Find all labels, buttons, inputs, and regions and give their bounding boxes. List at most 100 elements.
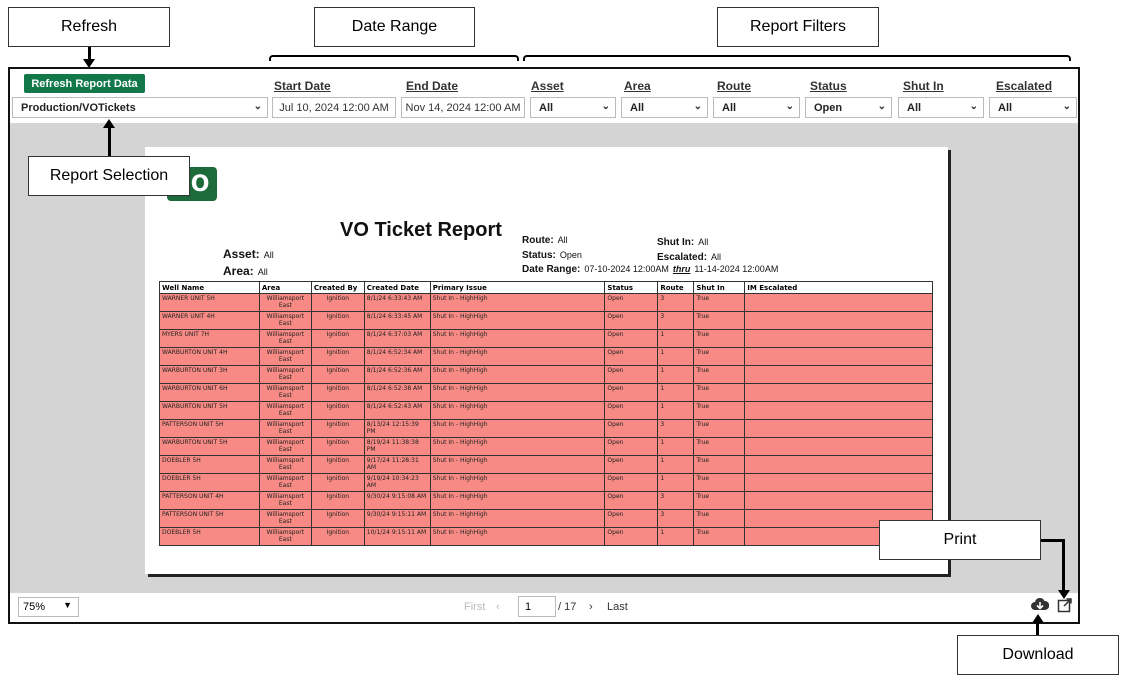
callout-report-filters: Report Filters: [717, 7, 879, 47]
area-header-label: Area:: [223, 264, 254, 278]
callout-arrow: [103, 119, 115, 128]
chevron-down-icon: ⌄: [693, 101, 702, 112]
end-date-input[interactable]: Nov 14, 2024 12:00 AM: [401, 97, 525, 118]
escalated-header-value: All: [711, 252, 722, 262]
table-header-cell: Created Date: [363, 281, 431, 294]
table-cell: Ignition: [310, 329, 365, 348]
table-row: WARBURTON UNIT 5H Williamsport East Igniti…: [159, 401, 933, 420]
route-filter-select[interactable]: All ⌄: [713, 97, 800, 118]
table-cell: Open: [604, 365, 659, 384]
first-page-link[interactable]: First: [464, 601, 485, 613]
shutin-filter-value: All: [907, 101, 922, 114]
table-cell: DOEBLER 5H: [159, 455, 260, 474]
table-cell: Shut In - HighHigh: [429, 401, 606, 420]
table-cell: Williamsport East: [258, 329, 312, 348]
table-cell: 1: [657, 383, 695, 402]
last-page-link[interactable]: Last: [607, 601, 628, 613]
table-row: WARBURTON UNIT 4H Williamsport East Igniti…: [159, 347, 933, 366]
table-cell: Shut In - HighHigh: [429, 437, 606, 456]
asset-filter-select[interactable]: All ⌄: [530, 97, 616, 118]
table-header-cell: Primary Issue: [429, 281, 606, 294]
table-row: WARBURTON UNIT 3H Williamsport East Igniti…: [159, 365, 933, 384]
table-cell: True: [693, 473, 746, 492]
shutin-filter-label: Shut In: [903, 79, 944, 93]
table-row: WARNER UNIT 4H Williamsport East Ignition 8…: [159, 311, 933, 330]
callout-date-range: Date Range: [314, 7, 475, 47]
table-cell: Williamsport East: [258, 527, 312, 546]
table-cell: WARNER UNIT 4H: [159, 311, 260, 330]
table-cell: 1: [657, 527, 695, 546]
table-cell: Open: [604, 401, 659, 420]
table-cell: True: [693, 347, 746, 366]
table-cell: Williamsport East: [258, 401, 312, 420]
status-filter-label: Status: [810, 79, 847, 93]
table-row: WARBURTON UNIT 6H Williamsport East Igniti…: [159, 383, 933, 402]
report-title: VO Ticket Report: [340, 219, 502, 241]
escalated-header-label: Escalated:: [657, 252, 708, 263]
asset-header-label: Asset:: [223, 247, 260, 261]
table-cell: Shut In - HighHigh: [429, 347, 606, 366]
table-cell: True: [693, 437, 746, 456]
table-cell: Open: [604, 329, 659, 348]
table-cell: WARBURTON UNIT 3H: [159, 365, 260, 384]
table-cell: 9/19/24 10:34:23 AM: [363, 473, 431, 492]
table-cell: WARNER UNIT 5H: [159, 293, 260, 312]
zoom-select[interactable]: 75% ▼: [18, 597, 79, 617]
table-cell: True: [693, 491, 746, 510]
table-cell: True: [693, 293, 746, 312]
table-cell: 8/1/24 6:52:43 AM: [363, 401, 431, 420]
table-cell: Open: [604, 509, 659, 528]
table-cell: True: [693, 455, 746, 474]
table-cell: Shut In - HighHigh: [429, 419, 606, 438]
table-cell: Shut In - HighHigh: [429, 329, 606, 348]
page-number-value: 1: [525, 600, 532, 613]
start-date-input[interactable]: Jul 10, 2024 12:00 AM: [272, 97, 396, 118]
table-cell: PATTERSON UNIT 5H: [159, 509, 260, 528]
area-filter-label: Area: [624, 79, 651, 93]
table-cell: 8/1/24 6:33:45 AM: [363, 311, 431, 330]
escalated-filter-select[interactable]: All ⌄: [989, 97, 1077, 118]
shutin-header-value: All: [698, 237, 709, 247]
table-cell: MYERS UNIT 7H: [159, 329, 260, 348]
table-cell: True: [693, 419, 746, 438]
table-cell: 3: [657, 491, 695, 510]
callout-refresh: Refresh: [8, 7, 170, 47]
table-cell: 9/17/24 11:28:31 AM: [363, 455, 431, 474]
table-cell: 1: [657, 347, 695, 366]
refresh-report-button[interactable]: Refresh Report Data: [24, 74, 145, 93]
table-cell: Open: [604, 455, 659, 474]
table-cell: Shut In - HighHigh: [429, 311, 606, 330]
table-cell: Open: [604, 473, 659, 492]
status-header-label: Status:: [522, 250, 556, 261]
prev-page-icon[interactable]: ‹: [496, 601, 500, 613]
date-range-from: 07-10-2024 12:00AM: [584, 264, 669, 274]
table-cell: WARBURTON UNIT 6H: [159, 383, 260, 402]
date-range-bracket: [269, 55, 519, 61]
table-cell: Ignition: [310, 383, 365, 402]
table-row: MYERS UNIT 7H Williamsport East Ignition 8/…: [159, 329, 933, 348]
table-cell: [744, 383, 933, 402]
report-select[interactable]: Production/VOTickets ⌄: [12, 97, 268, 118]
table-cell: Ignition: [310, 365, 365, 384]
table-cell: Shut In - HighHigh: [429, 473, 606, 492]
table-header-row: Well Name Area Created By Created Date Prima…: [159, 281, 933, 294]
table-cell: Ignition: [310, 401, 365, 420]
table-cell: Williamsport East: [258, 383, 312, 402]
page-number-input[interactable]: 1: [518, 596, 556, 617]
table-cell: DOEBLER 5H: [159, 527, 260, 546]
table-cell: Shut In - HighHigh: [429, 509, 606, 528]
table-cell: Ignition: [310, 437, 365, 456]
export-icon[interactable]: [1057, 597, 1073, 618]
shutin-header-label: Shut In:: [657, 237, 695, 248]
area-header: Area: All: [223, 264, 268, 278]
route-header-value: All: [557, 235, 568, 245]
table-cell: Williamsport East: [258, 437, 312, 456]
table-cell: Ignition: [310, 491, 365, 510]
status-filter-select[interactable]: Open ⌄: [805, 97, 892, 118]
next-page-icon[interactable]: ›: [589, 601, 593, 613]
table-cell: True: [693, 383, 746, 402]
shutin-filter-select[interactable]: All ⌄: [898, 97, 984, 118]
callout-report-selection: Report Selection: [28, 156, 190, 196]
table-cell: Open: [604, 419, 659, 438]
area-filter-select[interactable]: All ⌄: [621, 97, 708, 118]
